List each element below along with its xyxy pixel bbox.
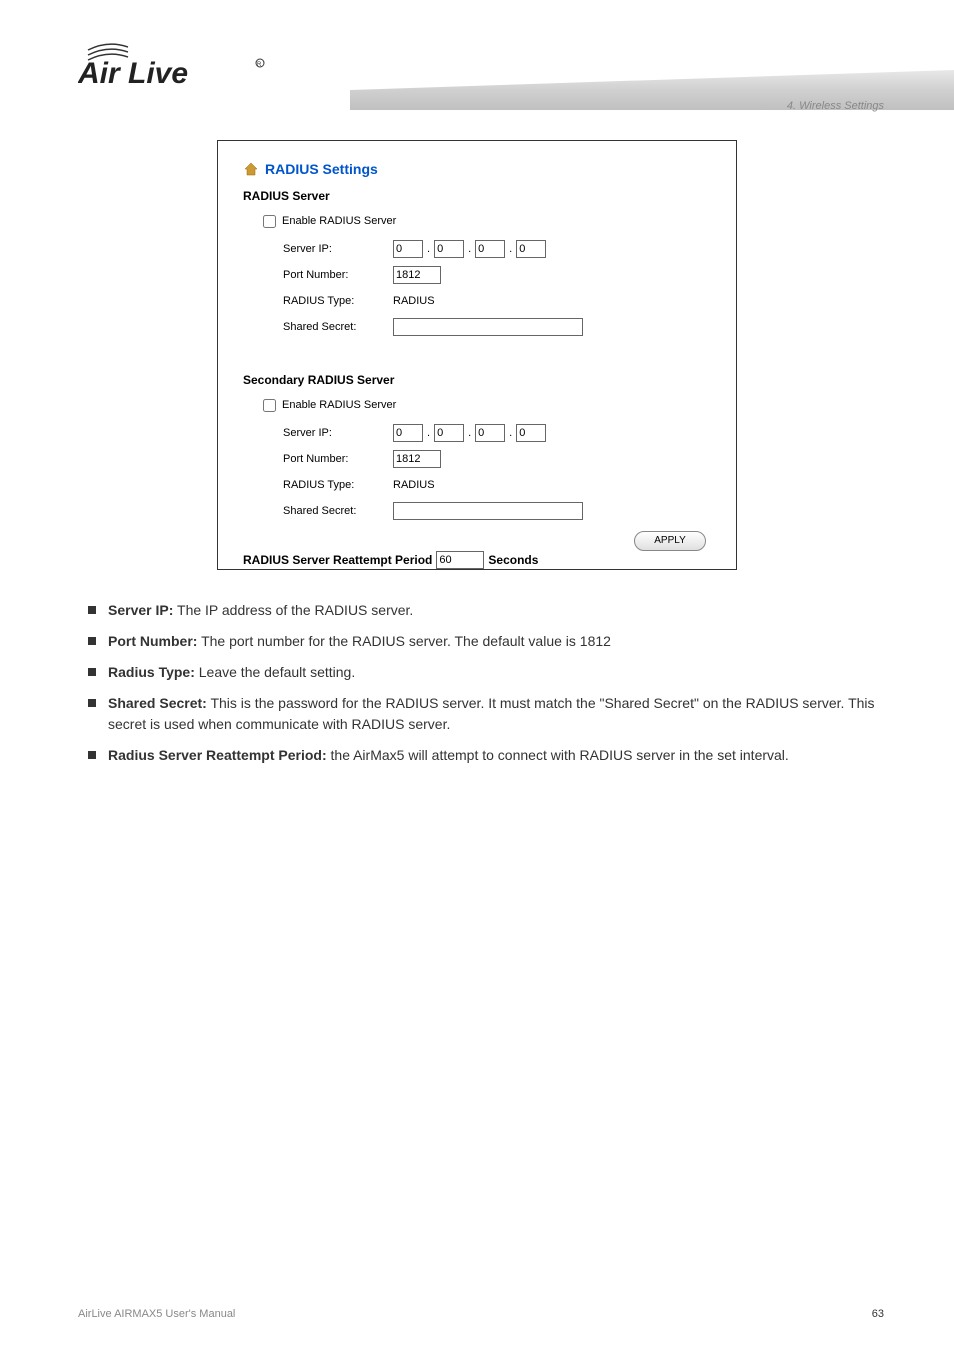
secondary-ip-0[interactable] bbox=[393, 424, 423, 442]
apply-button[interactable]: APPLY bbox=[634, 531, 706, 551]
primary-port-label: Port Number: bbox=[283, 269, 393, 281]
secondary-type-label: RADIUS Type: bbox=[283, 479, 393, 491]
field-description-item: Radius Type: Leave the default setting. bbox=[88, 662, 878, 683]
primary-ip-3[interactable] bbox=[516, 240, 546, 258]
primary-ip-label: Server IP: bbox=[283, 243, 393, 255]
primary-heading: RADIUS Server bbox=[243, 189, 711, 203]
primary-secret-label: Shared Secret: bbox=[283, 321, 393, 333]
secondary-ip-1[interactable] bbox=[434, 424, 464, 442]
secondary-type-value: RADIUS bbox=[393, 479, 435, 491]
svg-text:R: R bbox=[257, 62, 262, 68]
bullet-icon bbox=[88, 751, 96, 759]
field-description-text: Radius Server Reattempt Period: the AirM… bbox=[108, 745, 789, 766]
radius-settings-panel: RADIUS Settings RADIUS Server Enable RAD… bbox=[217, 140, 737, 570]
brand-logo: Air Live R bbox=[78, 35, 268, 90]
panel-title: RADIUS Settings bbox=[265, 161, 378, 177]
field-description-item: Shared Secret: This is the password for … bbox=[88, 693, 878, 735]
field-description-text: Server IP: The IP address of the RADIUS … bbox=[108, 600, 413, 621]
field-description-item: Radius Server Reattempt Period: the AirM… bbox=[88, 745, 878, 766]
page-number: 63 bbox=[872, 1308, 884, 1320]
chapter-label: 4. Wireless Settings bbox=[787, 100, 884, 112]
reattempt-label-pre: RADIUS Server Reattempt Period bbox=[243, 553, 432, 567]
field-description-text: Radius Type: Leave the default setting. bbox=[108, 662, 355, 683]
field-description-item: Port Number: The port number for the RAD… bbox=[88, 631, 878, 652]
ip-separator: . bbox=[468, 427, 471, 439]
bullet-icon bbox=[88, 637, 96, 645]
bullet-icon bbox=[88, 699, 96, 707]
bullet-icon bbox=[88, 606, 96, 614]
field-description-text: Port Number: The port number for the RAD… bbox=[108, 631, 611, 652]
reattempt-input[interactable] bbox=[436, 551, 484, 569]
secondary-ip-2[interactable] bbox=[475, 424, 505, 442]
svg-text:Air Live: Air Live bbox=[78, 57, 188, 90]
secondary-secret-input[interactable] bbox=[393, 502, 583, 520]
primary-enable-label: Enable RADIUS Server bbox=[282, 215, 396, 227]
secondary-enable-checkbox[interactable] bbox=[263, 399, 276, 412]
secondary-secret-label: Shared Secret: bbox=[283, 505, 393, 517]
bullet-icon bbox=[88, 668, 96, 676]
primary-type-label: RADIUS Type: bbox=[283, 295, 393, 307]
primary-ip-1[interactable] bbox=[434, 240, 464, 258]
primary-port-input[interactable] bbox=[393, 266, 441, 284]
field-description-item: Server IP: The IP address of the RADIUS … bbox=[88, 600, 878, 621]
secondary-port-label: Port Number: bbox=[283, 453, 393, 465]
ip-separator: . bbox=[509, 427, 512, 439]
field-descriptions: Server IP: The IP address of the RADIUS … bbox=[78, 600, 878, 776]
field-description-text: Shared Secret: This is the password for … bbox=[108, 693, 878, 735]
primary-secret-input[interactable] bbox=[393, 318, 583, 336]
secondary-ip-3[interactable] bbox=[516, 424, 546, 442]
primary-ip-2[interactable] bbox=[475, 240, 505, 258]
primary-enable-checkbox[interactable] bbox=[263, 215, 276, 228]
secondary-ip-label: Server IP: bbox=[283, 427, 393, 439]
ip-separator: . bbox=[468, 243, 471, 255]
secondary-port-input[interactable] bbox=[393, 450, 441, 468]
primary-ip-0[interactable] bbox=[393, 240, 423, 258]
reattempt-label-post: Seconds bbox=[488, 553, 538, 567]
footer-text: AirLive AIRMAX5 User's Manual bbox=[78, 1308, 235, 1320]
ip-separator: . bbox=[427, 427, 430, 439]
primary-type-value: RADIUS bbox=[393, 295, 435, 307]
ip-separator: . bbox=[509, 243, 512, 255]
secondary-heading: Secondary RADIUS Server bbox=[243, 373, 711, 387]
ip-separator: . bbox=[427, 243, 430, 255]
secondary-enable-label: Enable RADIUS Server bbox=[282, 399, 396, 411]
home-icon bbox=[243, 161, 259, 177]
